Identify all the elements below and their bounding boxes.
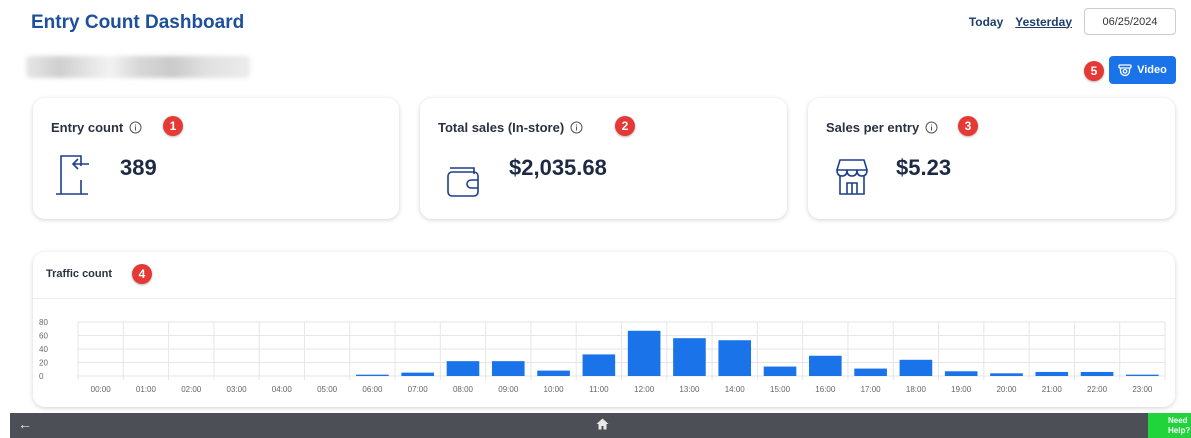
today-link[interactable]: Today	[969, 15, 1003, 29]
date-picker-input[interactable]: 06/25/2024	[1084, 8, 1176, 35]
x-tick-label: 11:00	[589, 385, 609, 394]
sales-per-entry-card: Sales per entry 3 $5.23	[808, 98, 1175, 219]
traffic-bar-chart: 0 20 40 60 80 00:00 01:00 02:00 03:00 04:00 05:00 0…	[39, 318, 1166, 394]
sales-per-entry-label-row: Sales per entry	[826, 120, 938, 135]
x-tick-label: 05:00	[317, 385, 338, 394]
x-tick-label: 15:00	[770, 385, 791, 394]
blurred-store-name	[26, 56, 250, 78]
x-tick-label: 21:00	[1042, 385, 1063, 394]
total-sales-label-row: Total sales (In-store)	[438, 120, 583, 135]
annotation-badge-1: 1	[163, 116, 183, 136]
x-tick-label: 14:00	[725, 385, 746, 394]
page-title: Entry Count Dashboard	[31, 12, 245, 33]
annotation-badge-2: 2	[615, 116, 635, 136]
info-icon[interactable]	[570, 121, 583, 134]
y-tick-label: 60	[39, 332, 48, 341]
annotation-badge-3: 3	[958, 116, 978, 136]
x-tick-label: 02:00	[181, 385, 202, 394]
x-tick-label: 12:00	[634, 385, 655, 394]
chart-bar	[356, 374, 389, 376]
annotation-badge-5: 5	[1084, 61, 1104, 81]
chart-bar	[990, 373, 1023, 376]
x-tick-label: 13:00	[679, 385, 700, 394]
home-icon[interactable]	[596, 418, 609, 430]
sales-per-entry-label: Sales per entry	[826, 120, 920, 135]
x-tick-label: 09:00	[498, 385, 519, 394]
chart-bar	[944, 371, 978, 376]
x-tick-label: 17:00	[861, 385, 882, 394]
chart-bar	[809, 355, 842, 376]
x-tick-label: 19:00	[951, 385, 972, 394]
bottom-nav-bar: ←	[10, 413, 1152, 438]
x-tick-label: 00:00	[91, 385, 112, 394]
x-tick-label: 20:00	[996, 385, 1017, 394]
chart-bar	[491, 361, 525, 376]
chart-bar	[673, 338, 706, 376]
info-icon[interactable]	[129, 121, 142, 134]
entry-count-card: Entry count 1 389	[33, 98, 399, 219]
camera-icon	[1118, 63, 1132, 76]
need-help-button[interactable]: Need Help?	[1148, 413, 1191, 438]
total-sales-value: $2,035.68	[509, 155, 607, 180]
x-tick-label: 07:00	[408, 385, 429, 394]
chart-bar	[854, 368, 887, 376]
entry-count-value: 389	[120, 155, 157, 180]
entry-count-label: Entry count	[51, 120, 124, 135]
chart-bar	[401, 372, 434, 376]
x-tick-label: 10:00	[544, 385, 565, 394]
y-tick-label: 0	[39, 372, 44, 381]
store-icon	[836, 159, 868, 195]
video-button[interactable]: Video	[1109, 56, 1176, 84]
chart-bar	[763, 366, 797, 376]
yesterday-link[interactable]: Yesterday	[1015, 15, 1072, 29]
chart-bar	[446, 361, 480, 376]
chart-bar	[718, 340, 752, 376]
sales-per-entry-value: $5.23	[896, 155, 952, 180]
chart-bar	[1126, 374, 1159, 376]
y-tick-label: 20	[39, 359, 48, 368]
x-tick-label: 18:00	[906, 385, 927, 394]
chart-bar	[899, 359, 933, 376]
total-sales-card: Total sales (In-store) 2 $2,035.68	[420, 98, 787, 219]
chart-bar	[582, 354, 616, 376]
x-tick-label: 23:00	[1132, 385, 1153, 394]
date-navigation: Today Yesterday 06/25/2024	[969, 8, 1176, 35]
entry-door-icon	[56, 155, 89, 195]
y-tick-label: 80	[39, 318, 48, 327]
x-tick-label: 06:00	[362, 385, 383, 394]
chart-bar	[627, 330, 661, 376]
entry-count-label-row: Entry count	[51, 120, 142, 135]
chart-bar	[1080, 371, 1114, 376]
x-tick-label: 22:00	[1087, 385, 1108, 394]
total-sales-label: Total sales (In-store)	[438, 120, 565, 135]
x-tick-label: 04:00	[272, 385, 293, 394]
dashboard-page: Entry Count Dashboard Today Yesterday 06…	[0, 0, 1191, 438]
x-tick-label: 08:00	[453, 385, 474, 394]
x-tick-label: 01:00	[136, 385, 157, 394]
wallet-icon	[447, 167, 479, 197]
chart-bar	[1035, 371, 1069, 376]
video-button-label: Video	[1137, 64, 1167, 76]
info-icon[interactable]	[925, 121, 938, 134]
x-tick-label: 16:00	[815, 385, 836, 394]
x-tick-label: 03:00	[227, 385, 248, 394]
back-arrow-icon[interactable]: ←	[18, 416, 32, 432]
traffic-count-card: Traffic count 4 0 20 40 60 80 00:00 01:00 02:00…	[33, 252, 1175, 407]
y-tick-label: 40	[39, 345, 48, 354]
chart-bar	[537, 370, 570, 376]
